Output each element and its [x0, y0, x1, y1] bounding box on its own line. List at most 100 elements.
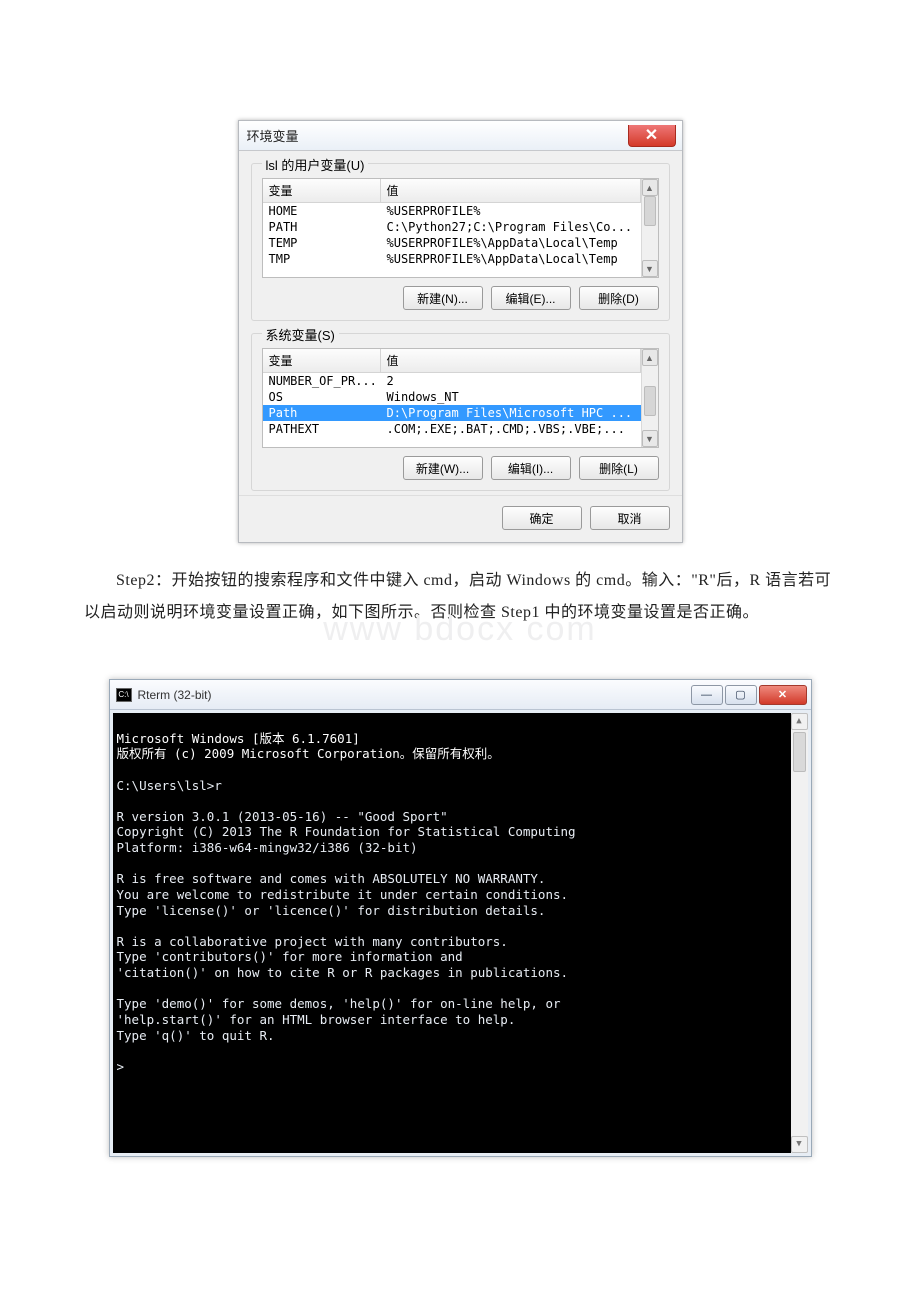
table-row[interactable]: PATHC:\Python27;C:\Program Files\Co...	[263, 219, 641, 235]
var-cell: PATHEXT	[263, 421, 381, 437]
table-row[interactable]: PathD:\Program Files\Microsoft HPC ...	[263, 405, 641, 421]
cmd-line	[117, 762, 787, 778]
user-group-label: lsl 的用户变量(U)	[262, 155, 369, 174]
val-cell: 2	[381, 373, 641, 389]
cmd-line: R is a collaborative project with many c…	[117, 934, 787, 950]
scroll-down-icon[interactable]: ▼	[791, 1136, 808, 1153]
dialog-footer: 确定 取消	[239, 495, 682, 542]
val-cell: D:\Program Files\Microsoft HPC ...	[381, 405, 641, 421]
window-controls: — ▢ ✕	[691, 685, 811, 705]
cmd-line: C:\Users\lsl>r	[117, 778, 787, 794]
user-edit-button[interactable]: 编辑(E)...	[491, 286, 571, 310]
system-group-label: 系统变量(S)	[262, 325, 339, 344]
cmd-icon: C:\	[116, 688, 132, 702]
scroll-down-icon[interactable]: ▼	[642, 430, 658, 447]
table-row[interactable]: TMP%USERPROFILE%\AppData\Local\Temp	[263, 251, 641, 267]
user-list-header: 变量 值	[263, 179, 641, 203]
system-vars-group: 系统变量(S) 变量 值 NUMBER_OF_PR...2OSWindows_N…	[251, 333, 670, 491]
col-value: 值	[381, 349, 641, 372]
close-button[interactable]: ✕	[628, 125, 676, 147]
val-cell: %USERPROFILE%\AppData\Local\Temp	[381, 251, 641, 267]
scroll-up-icon[interactable]: ▲	[791, 713, 808, 730]
env-dialog-titlebar: 环境变量 ✕	[239, 121, 682, 151]
var-cell: PATH	[263, 219, 381, 235]
var-cell: Path	[263, 405, 381, 421]
scroll-track[interactable]	[642, 366, 658, 430]
cmd-line: R version 3.0.1 (2013-05-16) -- "Good Sp…	[117, 809, 787, 825]
var-cell: OS	[263, 389, 381, 405]
system-edit-button[interactable]: 编辑(I)...	[491, 456, 571, 480]
scroll-thumb[interactable]	[793, 732, 806, 772]
cmd-line: Type 'license()' or 'licence()' for dist…	[117, 903, 787, 919]
cmd-line: R is free software and comes with ABSOLU…	[117, 871, 787, 887]
cmd-scrollbar[interactable]: ▲ ▼	[791, 713, 808, 1153]
var-cell: NUMBER_OF_PR...	[263, 373, 381, 389]
close-icon: ✕	[645, 125, 658, 145]
cmd-line	[117, 856, 787, 872]
env-vars-dialog: 环境变量 ✕ lsl 的用户变量(U) 变量 值 HOME%USERPROFIL…	[238, 120, 683, 543]
val-cell: %USERPROFILE%\AppData\Local\Temp	[381, 235, 641, 251]
scroll-up-icon[interactable]: ▲	[642, 179, 658, 196]
user-scrollbar[interactable]: ▲ ▼	[641, 179, 658, 277]
cmd-line: Type 'demo()' for some demos, 'help()' f…	[117, 996, 787, 1012]
cmd-line: 'citation()' on how to cite R or R packa…	[117, 965, 787, 981]
close-icon: ✕	[778, 688, 787, 701]
val-cell: Windows_NT	[381, 389, 641, 405]
user-vars-group: lsl 的用户变量(U) 变量 值 HOME%USERPROFILE%PATHC…	[251, 163, 670, 321]
system-scrollbar[interactable]: ▲ ▼	[641, 349, 658, 447]
scroll-track[interactable]	[642, 196, 658, 260]
scroll-track[interactable]	[791, 730, 808, 1136]
cmd-line: You are welcome to redistribute it under…	[117, 887, 787, 903]
scroll-thumb[interactable]	[644, 196, 656, 226]
user-vars-list[interactable]: 变量 值 HOME%USERPROFILE%PATHC:\Python27;C:…	[262, 178, 659, 278]
maximize-icon: ▢	[735, 688, 745, 701]
cmd-line	[117, 793, 787, 809]
var-cell: TEMP	[263, 235, 381, 251]
cmd-line	[117, 981, 787, 997]
val-cell: %USERPROFILE%	[381, 203, 641, 219]
ok-button[interactable]: 确定	[502, 506, 582, 530]
system-list-header: 变量 值	[263, 349, 641, 373]
cmd-titlebar: C:\ Rterm (32-bit) — ▢ ✕	[110, 680, 811, 710]
system-button-row: 新建(W)... 编辑(I)... 删除(L)	[262, 456, 659, 480]
cmd-line: Type 'q()' to quit R.	[117, 1028, 787, 1044]
col-variable: 变量	[263, 349, 381, 372]
val-cell: .COM;.EXE;.BAT;.CMD;.VBS;.VBE;...	[381, 421, 641, 437]
cmd-close-button[interactable]: ✕	[759, 685, 807, 705]
var-cell: TMP	[263, 251, 381, 267]
cmd-line: >	[117, 1059, 787, 1075]
var-cell: HOME	[263, 203, 381, 219]
cmd-line: Microsoft Windows [版本 6.1.7601]	[117, 731, 787, 747]
maximize-button[interactable]: ▢	[725, 685, 757, 705]
scroll-thumb[interactable]	[644, 386, 656, 416]
user-new-button[interactable]: 新建(N)...	[403, 286, 483, 310]
table-row[interactable]: OSWindows_NT	[263, 389, 641, 405]
scroll-up-icon[interactable]: ▲	[642, 349, 658, 366]
table-row[interactable]: TEMP%USERPROFILE%\AppData\Local\Temp	[263, 235, 641, 251]
table-row[interactable]: HOME%USERPROFILE%	[263, 203, 641, 219]
cmd-output[interactable]: Microsoft Windows [版本 6.1.7601]版权所有 (c) …	[113, 713, 808, 1153]
env-dialog-title: 环境变量	[247, 126, 299, 145]
col-value: 值	[381, 179, 641, 202]
system-vars-list[interactable]: 变量 值 NUMBER_OF_PR...2OSWindows_NTPathD:\…	[262, 348, 659, 448]
user-button-row: 新建(N)... 编辑(E)... 删除(D)	[262, 286, 659, 310]
minimize-icon: —	[701, 689, 712, 701]
val-cell: C:\Python27;C:\Program Files\Co...	[381, 219, 641, 235]
cancel-button[interactable]: 取消	[590, 506, 670, 530]
cmd-line: 'help.start()' for an HTML browser inter…	[117, 1012, 787, 1028]
cmd-line	[117, 918, 787, 934]
system-delete-button[interactable]: 删除(L)	[579, 456, 659, 480]
minimize-button[interactable]: —	[691, 685, 723, 705]
col-variable: 变量	[263, 179, 381, 202]
user-delete-button[interactable]: 删除(D)	[579, 286, 659, 310]
cmd-title: Rterm (32-bit)	[138, 688, 212, 702]
cmd-line: Type 'contributors()' for more informati…	[117, 949, 787, 965]
table-row[interactable]: PATHEXT.COM;.EXE;.BAT;.CMD;.VBS;.VBE;...	[263, 421, 641, 437]
cmd-line	[117, 1043, 787, 1059]
table-row[interactable]: NUMBER_OF_PR...2	[263, 373, 641, 389]
cmd-window: C:\ Rterm (32-bit) — ▢ ✕ Microsoft Windo…	[109, 679, 812, 1157]
cmd-line: Copyright (C) 2013 The R Foundation for …	[117, 824, 787, 840]
instruction-paragraph: Step2：开始按钮的搜索程序和文件中键入 cmd，启动 Windows 的 c…	[84, 565, 836, 629]
scroll-down-icon[interactable]: ▼	[642, 260, 658, 277]
system-new-button[interactable]: 新建(W)...	[403, 456, 483, 480]
